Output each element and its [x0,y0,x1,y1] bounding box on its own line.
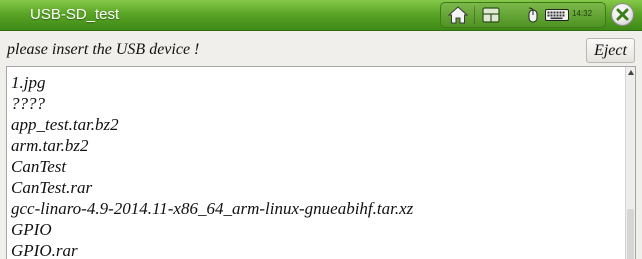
close-x-icon [616,8,629,21]
file-list-item[interactable]: GPIO [11,220,52,240]
mouse-icon[interactable] [523,5,543,25]
usb-sd-test-window: USB-SD_test 14:32 please insert the USB … [0,0,642,259]
close-button[interactable] [611,3,634,26]
eject-button[interactable]: Eject [586,38,635,63]
system-tray: 14:32 [440,2,606,28]
file-list-item[interactable]: CanTest.rar [11,178,92,198]
file-list-item[interactable]: 1.jpg [11,73,45,93]
keyboard-icon[interactable] [545,5,569,25]
window-title: USB-SD_test [30,6,120,23]
file-list-item[interactable]: CanTest [11,157,66,177]
scroll-up-arrow-icon[interactable] [627,68,634,76]
file-list[interactable]: 1.jpg ???? app_test.tar.bz2 arm.tar.bz2 … [6,66,636,259]
file-list-item[interactable]: ???? [11,94,45,114]
insert-usb-prompt: please insert the USB device ! [7,41,200,58]
clock: 14:32 [572,9,593,18]
file-list-item[interactable]: GPIO.rar [11,241,78,259]
title-bar: USB-SD_test 14:32 [0,0,642,31]
file-list-item[interactable]: gcc-linaro-4.9-2014.11-x86_64_arm-linux-… [11,199,413,219]
scrollbar-thumb[interactable] [627,209,634,259]
vertical-scrollbar[interactable] [625,67,635,259]
window-switch-icon[interactable] [478,5,504,25]
file-list-item[interactable]: app_test.tar.bz2 [11,115,119,135]
file-list-item[interactable]: arm.tar.bz2 [11,136,88,156]
home-icon[interactable] [445,5,471,25]
